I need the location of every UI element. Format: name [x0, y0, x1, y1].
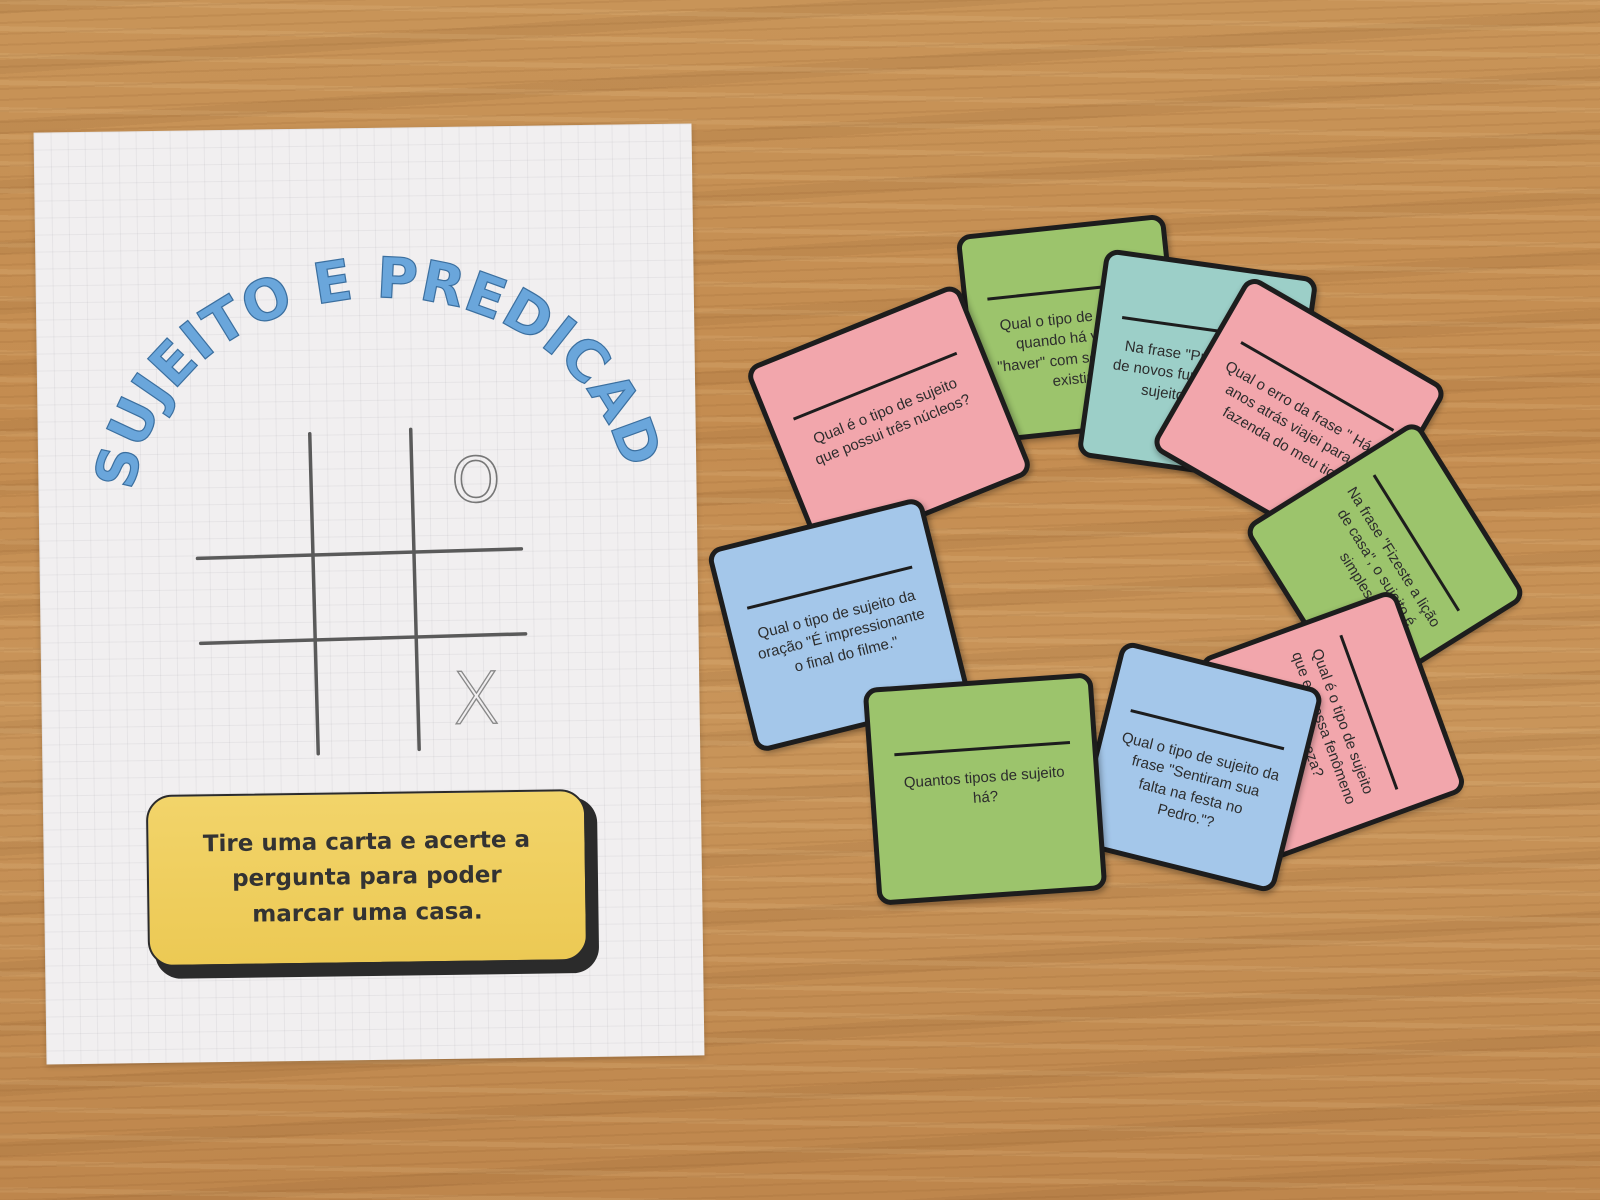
- card-question: Qual o tipo de sujeito da frase "Sentira…: [1119, 728, 1282, 832]
- mark-x: X: [451, 656, 501, 741]
- game-sheet: SUJEITO E PREDICADO O X Tire uma carta e…: [33, 123, 705, 1065]
- instruction-box: Tire uma carta e acerte a pergunta para …: [145, 788, 589, 968]
- mark-o: O: [451, 443, 501, 517]
- question-card-quantos-tipos[interactable]: Quantos tipos de sujeito há?: [862, 672, 1108, 906]
- tic-tac-toe-board[interactable]: O X: [34, 123, 702, 832]
- card-question: Qual é o tipo de sujeito que possui três…: [810, 374, 973, 469]
- board-line-h1: [195, 547, 524, 561]
- board-line-v1: [308, 432, 320, 756]
- board-line-v2: [408, 427, 421, 752]
- card-question: Quantos tipos de sujeito há?: [903, 763, 1066, 808]
- card-answer-line: [894, 741, 1071, 757]
- instruction-text: Tire uma carta e acerte a pergunta para …: [202, 826, 531, 928]
- board-line-h2: [198, 632, 528, 646]
